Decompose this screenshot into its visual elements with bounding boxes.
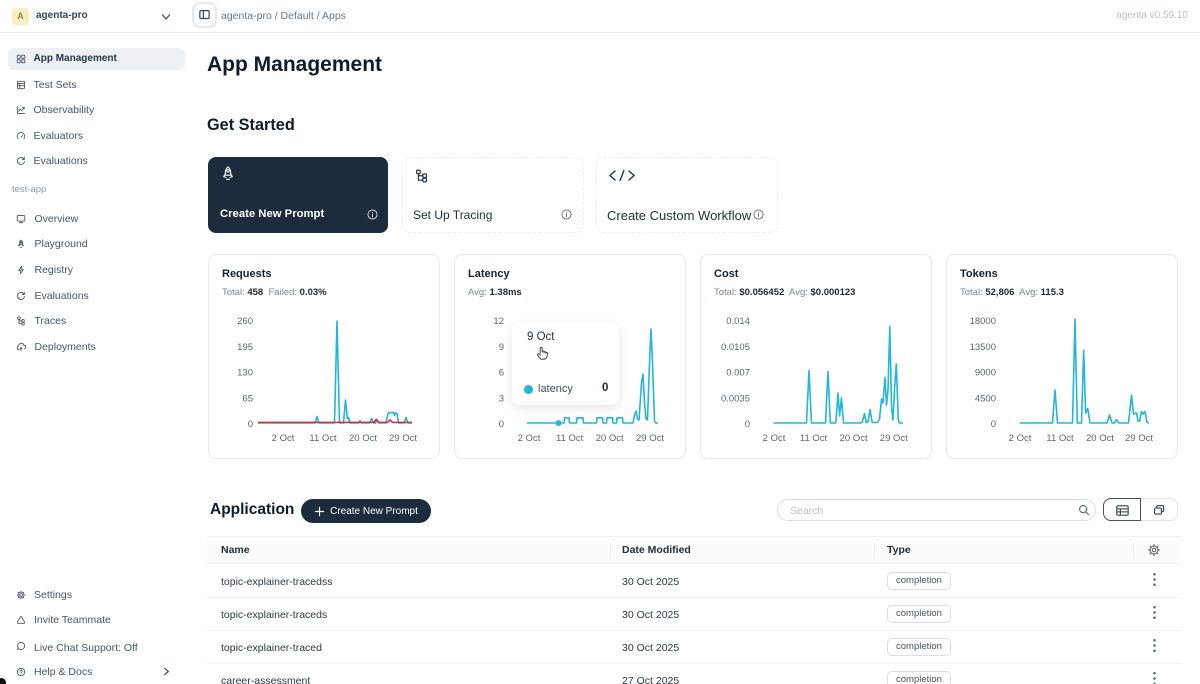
svg-text:6: 6 [499,368,504,379]
svg-text:11 Oct: 11 Oct [1046,433,1074,444]
svg-text:260: 260 [237,316,253,327]
svg-text:0.0105: 0.0105 [721,342,750,353]
svg-text:20 Oct: 20 Oct [596,433,624,444]
svg-text:13500: 13500 [970,342,996,353]
svg-text:195: 195 [237,342,253,353]
svg-text:2 Oct: 2 Oct [763,433,786,444]
svg-text:11 Oct: 11 Oct [556,433,584,444]
svg-text:20 Oct: 20 Oct [840,433,868,444]
svg-text:11 Oct: 11 Oct [309,433,337,444]
svg-text:29 Oct: 29 Oct [1125,433,1153,444]
svg-text:2 Oct: 2 Oct [518,433,541,444]
svg-text:9000: 9000 [975,368,996,379]
svg-text:11 Oct: 11 Oct [800,433,828,444]
svg-text:20 Oct: 20 Oct [349,433,377,444]
svg-text:65: 65 [242,393,253,404]
svg-text:29 Oct: 29 Oct [636,433,664,444]
svg-text:18000: 18000 [970,316,996,327]
svg-text:4500: 4500 [975,393,996,404]
svg-text:3: 3 [499,393,504,404]
svg-text:29 Oct: 29 Oct [880,433,908,444]
svg-text:0: 0 [248,419,253,430]
svg-text:2 Oct: 2 Oct [272,433,295,444]
svg-text:130: 130 [237,368,253,379]
svg-text:0.014: 0.014 [726,316,750,327]
svg-text:0: 0 [499,419,504,430]
svg-text:29 Oct: 29 Oct [389,433,417,444]
svg-text:2 Oct: 2 Oct [1009,433,1032,444]
svg-text:0: 0 [991,419,996,430]
svg-text:0.007: 0.007 [726,368,750,379]
svg-text:12: 12 [493,316,504,327]
svg-text:20 Oct: 20 Oct [1086,433,1114,444]
svg-text:9: 9 [499,342,504,353]
svg-text:0: 0 [745,419,750,430]
svg-text:0.0035: 0.0035 [721,393,750,404]
